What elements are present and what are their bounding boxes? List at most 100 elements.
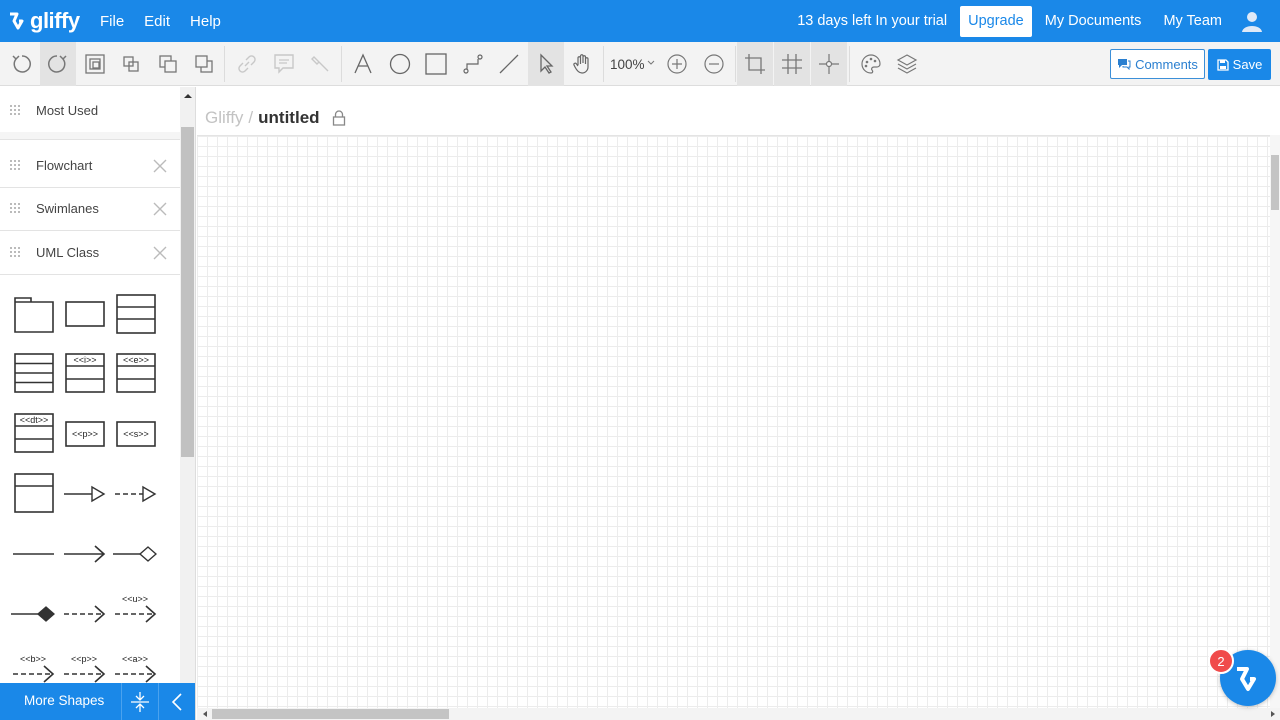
drag-handle-icon[interactable]	[10, 104, 22, 117]
uml-composition-connector[interactable]	[11, 592, 55, 636]
bring-to-front-icon[interactable]	[150, 42, 186, 86]
uml-class-shape[interactable]	[62, 292, 106, 336]
library-most-used[interactable]: Most Used	[0, 89, 180, 133]
uml-note-shape[interactable]	[11, 472, 55, 516]
line-tool-icon[interactable]	[491, 42, 527, 86]
connector-tool-icon[interactable]	[455, 42, 491, 86]
uml-realization-connector[interactable]	[113, 472, 157, 516]
breadcrumb-separator: /	[248, 107, 254, 127]
library-label: Most Used	[36, 103, 99, 118]
top-nav-bar: gliffy File Edit Help 13 days left In yo…	[0, 0, 1280, 42]
library-uml-class[interactable]: UML Class	[0, 231, 180, 275]
library-swimlanes[interactable]: Swimlanes	[0, 187, 180, 231]
library-flowchart[interactable]: Flowchart	[0, 144, 180, 188]
save-icon	[1217, 58, 1229, 71]
uml-enum-shape[interactable]: <<e>>	[113, 352, 157, 396]
toolbar-divider	[849, 46, 850, 82]
notification-badge: 2	[1208, 648, 1234, 674]
zoom-in-icon[interactable]	[659, 42, 695, 86]
link-icon[interactable]	[229, 42, 265, 86]
toolbar-divider	[735, 46, 736, 82]
ellipse-tool-icon[interactable]	[382, 42, 418, 86]
drag-handle-icon[interactable]	[10, 202, 22, 215]
uml-interface-shape[interactable]: <<i>>	[62, 352, 106, 396]
note-icon[interactable]	[266, 42, 302, 86]
library-label: UML Class	[36, 245, 100, 260]
sidebar-scrollbar-thumb[interactable]	[181, 127, 194, 457]
my-documents-link[interactable]: My Documents	[1045, 13, 1142, 29]
comments-button[interactable]: Comments	[1110, 49, 1205, 79]
scroll-up-arrow-icon[interactable]	[180, 89, 196, 103]
comments-icon	[1118, 59, 1131, 70]
pointer-tool-icon[interactable]	[528, 42, 564, 86]
snap-to-grid-icon[interactable]	[811, 42, 847, 86]
menu-help[interactable]: Help	[190, 13, 221, 30]
chevron-down-icon	[647, 60, 654, 65]
gliffy-logo-icon	[10, 12, 24, 30]
uml-list-shape[interactable]	[11, 352, 55, 396]
format-painter-icon[interactable]	[303, 42, 339, 86]
close-icon[interactable]	[152, 201, 168, 217]
lock-icon[interactable]	[332, 109, 346, 126]
scroll-right-arrow-icon[interactable]	[1268, 708, 1278, 720]
close-icon[interactable]	[152, 245, 168, 261]
upgrade-button[interactable]: Upgrade	[960, 5, 1032, 37]
uml-primitive-shape[interactable]: <<p>>	[62, 412, 106, 456]
more-shapes-button[interactable]: More Shapes	[24, 693, 104, 708]
uml-aggregation-connector[interactable]	[113, 532, 157, 576]
undo-icon[interactable]	[3, 42, 39, 86]
toolbar-divider	[603, 46, 604, 82]
toolbar-divider	[341, 46, 342, 82]
collapse-sidebar-icon[interactable]	[158, 683, 195, 720]
comments-label: Comments	[1135, 56, 1198, 72]
rectangle-tool-icon[interactable]	[418, 42, 454, 86]
trial-status: 13 days left In your trial	[797, 13, 948, 29]
drag-handle-icon[interactable]	[10, 159, 22, 172]
canvas-vertical-scrollbar[interactable]	[1270, 135, 1280, 708]
uml-association-connector[interactable]	[11, 532, 55, 576]
menu-file[interactable]: File	[100, 13, 124, 30]
gliffy-logo[interactable]: gliffy	[8, 0, 88, 42]
user-avatar-icon[interactable]	[1240, 9, 1264, 33]
logo-text: gliffy	[30, 8, 80, 33]
stereotype-label: <<b>>	[20, 654, 46, 664]
uml-usage-connector[interactable]: <<u>>	[113, 592, 157, 636]
drag-handle-icon[interactable]	[10, 246, 22, 259]
gliffy-helper-icon	[1237, 667, 1256, 691]
theme-palette-icon[interactable]	[853, 42, 889, 86]
stereotype-label: <<s>>	[123, 429, 149, 439]
my-team-link[interactable]: My Team	[1163, 13, 1222, 29]
uml-generalization-connector[interactable]	[62, 472, 106, 516]
uml-class-attributes-shape[interactable]	[113, 292, 157, 336]
diagram-canvas[interactable]	[197, 135, 1270, 708]
canvas-vertical-scrollbar-thumb[interactable]	[1271, 155, 1279, 210]
save-button[interactable]: Save	[1208, 49, 1271, 80]
uml-signal-shape[interactable]: <<s>>	[113, 412, 157, 456]
crop-page-icon[interactable]	[737, 42, 773, 86]
uml-dependency-connector[interactable]	[62, 592, 106, 636]
uml-datatype-shape[interactable]: <<dt>>	[11, 412, 55, 456]
uml-package-shape[interactable]	[11, 292, 55, 336]
text-tool-icon[interactable]	[345, 42, 381, 86]
scroll-left-arrow-icon[interactable]	[200, 708, 210, 720]
canvas-horizontal-scrollbar-thumb[interactable]	[212, 709, 449, 719]
stereotype-label: <<i>>	[73, 355, 96, 365]
close-icon[interactable]	[152, 158, 168, 174]
document-title[interactable]: untitled	[258, 108, 319, 128]
hand-tool-icon[interactable]	[565, 42, 601, 86]
grid-toggle-icon[interactable]	[774, 42, 810, 86]
uml-directed-association-connector[interactable]	[62, 532, 106, 576]
menu-edit[interactable]: Edit	[144, 13, 170, 30]
zoom-level-dropdown[interactable]: 100%	[610, 42, 655, 86]
more-shapes-bar: More Shapes	[0, 683, 195, 720]
breadcrumb-root[interactable]: Gliffy	[205, 108, 243, 128]
redo-icon[interactable]	[40, 42, 76, 86]
layers-icon[interactable]	[889, 42, 925, 86]
collapse-libraries-icon[interactable]	[121, 683, 158, 720]
shape-library-sidebar: Most Used Flowchart Swimlanes UML Class …	[0, 87, 196, 720]
ungroup-icon[interactable]	[113, 42, 149, 86]
save-label: Save	[1232, 57, 1263, 72]
send-to-back-icon[interactable]	[186, 42, 222, 86]
zoom-out-icon[interactable]	[696, 42, 732, 86]
group-icon[interactable]	[77, 42, 113, 86]
